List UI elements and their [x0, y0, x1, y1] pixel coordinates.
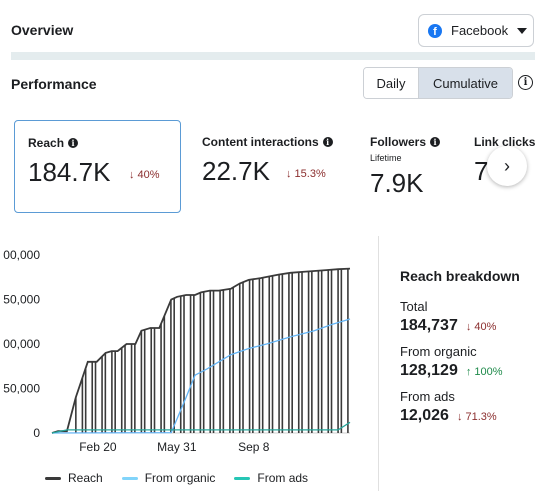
legend-swatch-reach — [45, 476, 61, 480]
metric-label: Followers — [370, 135, 427, 149]
legend-label: From ads — [257, 471, 309, 485]
metric-sublabel: Lifetime — [370, 153, 402, 163]
metric-value: 22.7K — [202, 156, 270, 186]
metric-value: 7.9K — [370, 168, 424, 198]
metric-change: ↓ 15.3% — [286, 168, 326, 180]
breakdown-row-total: Total 184,737 ↓ 40% — [400, 299, 520, 335]
reach-breakdown: Reach breakdown Total 184,737 ↓ 40% From… — [400, 268, 520, 434]
legend-item-ads[interactable]: From ads — [234, 471, 308, 485]
caret-down-icon — [517, 27, 528, 34]
breakdown-change: ↑ 100% — [465, 366, 503, 378]
performance-title: Performance — [11, 76, 97, 92]
reach-chart: 0 50,000 00,000 50,000 00,000 Feb 20 May 31 Sep… — [0, 240, 370, 465]
legend-swatch-organic — [121, 476, 138, 480]
breakdown-value: 12,026 — [400, 407, 449, 424]
next-arrow-button[interactable]: › — [487, 146, 527, 186]
view-toggle: Daily Cumulative — [363, 67, 513, 99]
cumulative-toggle[interactable]: Cumulative — [419, 68, 512, 98]
breakdown-change: ↓ 40% — [465, 321, 497, 333]
reach-chart-svg: 0 50,000 00,000 50,000 00,000 Feb 20 May 31 Sep… — [3, 248, 351, 454]
vertical-divider — [378, 236, 379, 491]
daily-toggle[interactable]: Daily — [364, 68, 419, 98]
info-icon[interactable]: i — [322, 137, 333, 147]
breakdown-label: From ads — [400, 389, 455, 404]
breakdown-row-ads: From ads 12,026 ↓ 71.3% — [400, 389, 520, 425]
metric-card-content-interactions[interactable]: Content interactions i 22.7K ↓ 15.3% — [188, 120, 348, 213]
metric-card-followers[interactable]: Followers i Lifetime 7.9K — [356, 120, 466, 213]
breakdown-label: From organic — [400, 344, 477, 359]
x-tick-label: Sep 8 — [238, 440, 270, 454]
y-tick-label: 0 — [33, 426, 40, 440]
legend-swatch-ads — [234, 476, 251, 480]
legend-label: Reach — [68, 471, 103, 485]
info-icon[interactable]: i — [68, 138, 79, 148]
y-tick-label: 00,000 — [3, 248, 40, 262]
platform-dropdown[interactable]: f Facebook — [418, 14, 534, 47]
metric-label: Reach — [28, 136, 65, 150]
breakdown-label: Total — [400, 299, 428, 314]
info-icon[interactable]: i — [518, 75, 533, 90]
metric-card-reach[interactable]: Reach i 184.7K ↓ 40% — [14, 120, 181, 213]
breakdown-change: ↓ 71.3% — [456, 411, 497, 423]
section-divider — [11, 52, 535, 60]
y-tick-label: 50,000 — [3, 382, 40, 396]
legend-label: From organic — [144, 471, 216, 485]
metric-change: ↓ 40% — [129, 169, 160, 181]
x-tick-label: May 31 — [157, 440, 197, 454]
y-tick-label: 50,000 — [3, 293, 40, 307]
breakdown-row-organic: From organic 128,129 ↑ 100% — [400, 344, 520, 380]
legend-item-organic[interactable]: From organic — [121, 471, 216, 485]
breakdown-value: 128,129 — [400, 362, 458, 379]
breakdown-title: Reach breakdown — [400, 268, 520, 284]
metric-value: 184.7K — [28, 157, 111, 187]
chevron-right-icon: › — [504, 155, 510, 176]
chart-legend: Reach From organic From ads — [45, 471, 327, 485]
y-tick-label: 00,000 — [3, 337, 40, 351]
breakdown-value: 184,737 — [400, 317, 458, 334]
info-icon[interactable]: i — [430, 137, 441, 147]
facebook-icon: f — [428, 23, 442, 38]
metric-value: 7 — [474, 156, 489, 186]
overview-title: Overview — [11, 22, 74, 38]
metric-label: Content interactions — [202, 135, 319, 149]
legend-item-reach[interactable]: Reach — [45, 471, 103, 485]
x-tick-label: Feb 20 — [79, 440, 117, 454]
platform-label: Facebook — [451, 23, 509, 38]
